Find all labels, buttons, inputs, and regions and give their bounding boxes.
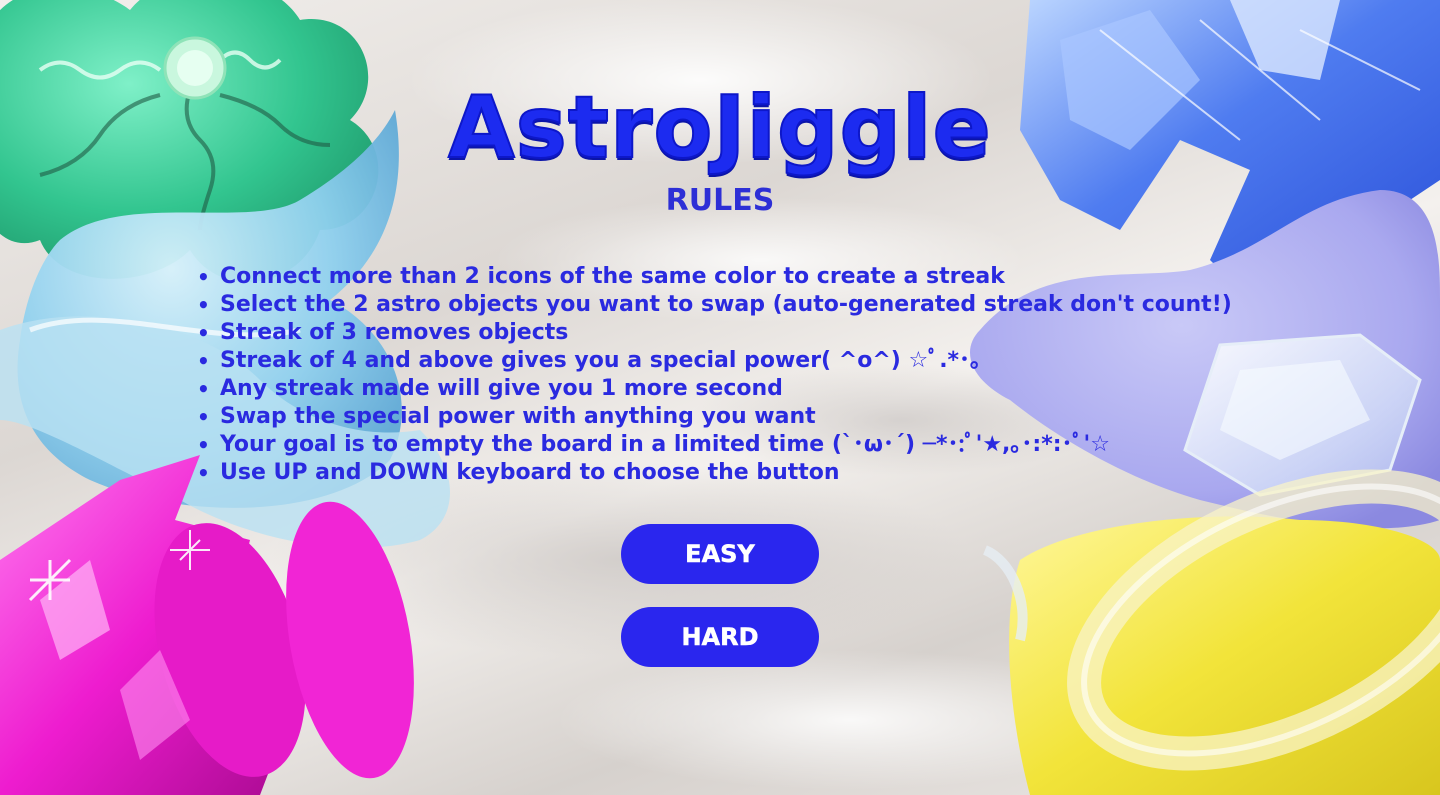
easy-button[interactable]: EASY (621, 524, 819, 584)
rule-item: Streak of 4 and above gives you a specia… (195, 347, 1315, 375)
rule-item: Any streak made will give you 1 more sec… (195, 375, 1315, 403)
rules-heading: RULES (665, 183, 775, 218)
rules-list: Connect more than 2 icons of the same co… (195, 263, 1315, 487)
game-title: AstroJiggle (447, 77, 992, 179)
hard-button[interactable]: HARD (621, 607, 819, 667)
rule-item: Select the 2 astro objects you want to s… (195, 291, 1315, 319)
rule-item: Use UP and DOWN keyboard to choose the b… (195, 459, 1315, 487)
rule-item: Swap the special power with anything you… (195, 403, 1315, 431)
rule-item: Streak of 3 removes objects (195, 319, 1315, 347)
rule-item: Connect more than 2 icons of the same co… (195, 263, 1315, 291)
rule-item: Your goal is to empty the board in a lim… (195, 431, 1315, 459)
